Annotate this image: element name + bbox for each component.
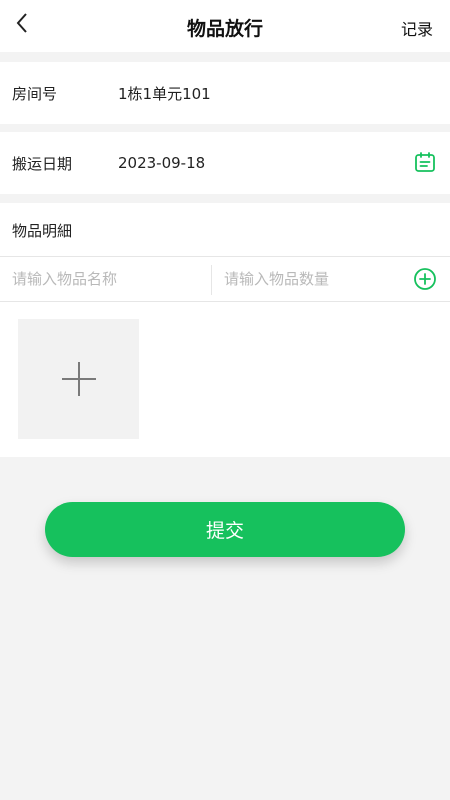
room-row: 房间号 1栋1单元101 [0,62,450,124]
photo-upload-button[interactable] [18,319,139,439]
input-separator [211,265,212,295]
items-section: 物品明細 [0,203,450,457]
calendar-button[interactable] [414,151,436,173]
app-header: 物品放行 记录 [0,0,450,52]
page: 物品放行 记录 房间号 1栋1单元101 搬运日期 2023-09-18 物品明… [0,0,450,800]
page-title: 物品放行 [186,18,263,40]
divider [0,301,450,302]
plus-circle-icon [414,268,436,290]
items-section-title: 物品明細 [12,222,73,240]
calendar-icon [415,152,435,172]
item-name-input[interactable] [12,257,207,301]
date-label: 搬运日期 [12,154,73,173]
room-label: 房间号 [12,84,58,103]
item-input-row [0,257,450,301]
date-row[interactable]: 搬运日期 2023-09-18 [0,132,450,194]
item-quantity-input[interactable] [224,257,404,301]
plus-icon [61,362,96,396]
add-item-button[interactable] [413,267,437,291]
room-value: 1栋1单元101 [118,84,211,103]
date-value[interactable]: 2023-09-18 [118,154,205,172]
records-link[interactable]: 记录 [401,16,433,40]
submit-button[interactable]: 提交 [45,502,405,557]
